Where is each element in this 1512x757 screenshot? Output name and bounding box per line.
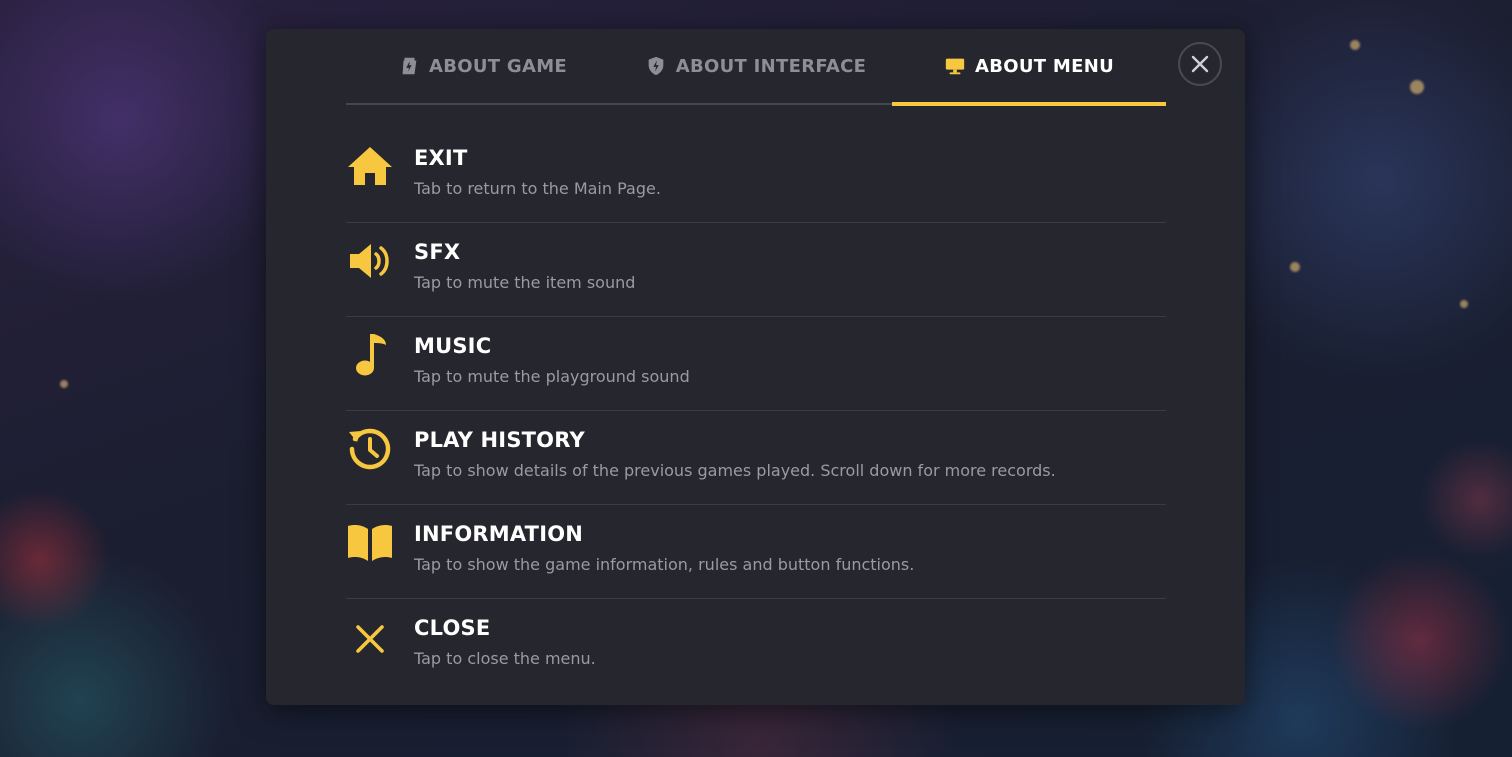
speaker-icon [350,244,389,278]
menu-modal: ABOUT GAME ABOUT INTERFACE ABOUT MENU EX… [266,29,1245,705]
close-button[interactable] [1178,42,1222,86]
background-light [1410,80,1424,94]
background-light [60,380,68,388]
menu-item-description: Tap to mute the playground sound [414,367,690,386]
menu-item-title: INFORMATION [414,522,584,546]
history-icon [349,428,391,470]
menu-item-description: Tap to close the menu. [414,649,596,668]
tab-label: ABOUT GAME [428,55,568,77]
menu-item-title: EXIT [414,146,468,170]
menu-item-play-history[interactable]: PLAY HISTORY Tap to show details of the … [346,411,1166,505]
shield-icon [648,56,664,76]
menu-item-title: PLAY HISTORY [414,428,585,452]
tab-about-game[interactable]: ABOUT GAME [346,29,619,103]
menu-item-information[interactable]: INFORMATION Tap to show the game informa… [346,505,1166,599]
menu-item-close[interactable]: CLOSE Tap to close the menu. [346,599,1166,692]
background-light [1290,262,1300,272]
menu-item-title: SFX [414,240,461,264]
music-note-icon [356,334,386,376]
tab-about-interface[interactable]: ABOUT INTERFACE [619,29,892,103]
menu-item-exit[interactable]: EXIT Tab to return to the Main Page. [346,129,1166,223]
tag-icon [402,57,417,75]
menu-item-description: Tap to show the game information, rules … [414,555,915,574]
tab-bar: ABOUT GAME ABOUT INTERFACE ABOUT MENU [346,29,1166,106]
game-background: ABOUT GAME ABOUT INTERFACE ABOUT MENU EX… [0,0,1512,757]
menu-item-description: Tab to return to the Main Page. [414,179,661,198]
menu-item-music[interactable]: MUSIC Tap to mute the playground sound [346,317,1166,411]
menu-item-sfx[interactable]: SFX Tap to mute the item sound [346,223,1166,317]
tab-label: ABOUT MENU [974,55,1114,77]
menu-list: EXIT Tab to return to the Main Page. SFX… [346,129,1166,692]
background-light [1350,40,1360,50]
close-icon [356,625,384,653]
home-icon [348,147,392,185]
menu-item-title: MUSIC [414,334,492,358]
tab-about-menu[interactable]: ABOUT MENU [892,29,1166,106]
menu-item-description: Tap to mute the item sound [414,273,636,292]
close-icon [1191,55,1209,73]
monitor-icon [945,58,965,75]
menu-item-description: Tap to show details of the previous game… [414,461,1056,480]
background-light [1460,300,1468,308]
book-icon [348,525,392,561]
tab-label: ABOUT INTERFACE [675,55,867,77]
menu-item-title: CLOSE [414,616,491,640]
